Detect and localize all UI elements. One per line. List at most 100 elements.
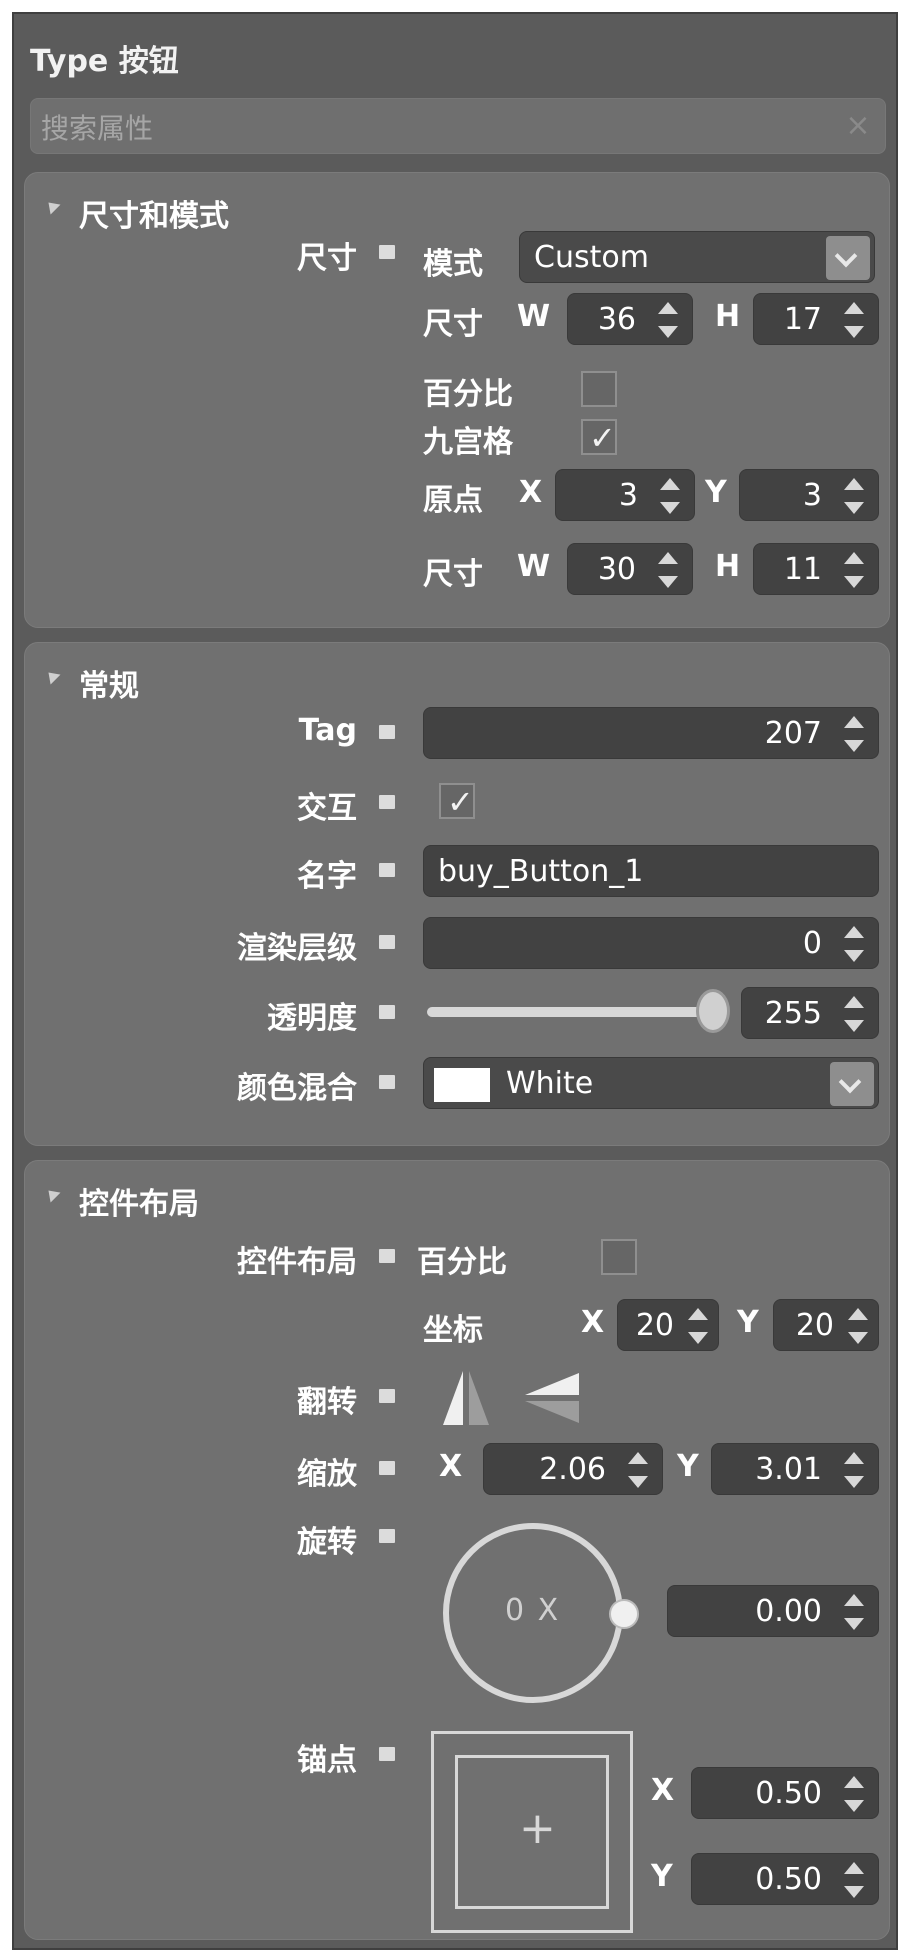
layout-percent-label: 百分比 xyxy=(417,1245,507,1280)
flip-horizontal-icon[interactable] xyxy=(435,1367,497,1429)
width-value: 36 xyxy=(597,302,636,337)
spinner-icon[interactable] xyxy=(840,714,868,754)
anchor-label: 锚点 xyxy=(297,1743,357,1778)
rotation-field[interactable]: 0.00 xyxy=(667,1585,879,1637)
anchor-plus-icon: + xyxy=(519,1803,556,1854)
slice-size-label: 尺寸 xyxy=(423,557,483,592)
pin-icon[interactable] xyxy=(379,935,395,949)
checkmark-icon: ✓ xyxy=(589,419,616,457)
opacity-slider-track[interactable] xyxy=(427,1007,713,1017)
interactive-checkbox[interactable]: ✓ xyxy=(439,783,475,821)
pin-icon[interactable] xyxy=(379,1249,395,1263)
spinner-icon[interactable] xyxy=(656,476,684,516)
flip-vertical-icon[interactable] xyxy=(517,1367,585,1429)
origin-x-field[interactable]: 3 xyxy=(555,469,695,521)
pin-icon[interactable] xyxy=(379,1529,395,1543)
tag-value: 207 xyxy=(764,716,822,751)
pin-icon[interactable] xyxy=(379,1075,395,1089)
name-label: 名字 xyxy=(297,859,357,894)
chevron-down-icon[interactable] xyxy=(826,236,870,280)
spinner-icon[interactable] xyxy=(840,994,868,1034)
coord-x-field[interactable]: 20 xyxy=(617,1299,719,1351)
tag-field[interactable]: 207 xyxy=(423,707,879,759)
spinner-icon[interactable] xyxy=(840,1450,868,1490)
slice-w-label: W xyxy=(517,549,551,584)
height-field[interactable]: 17 xyxy=(753,293,879,345)
layout-label: 控件布局 xyxy=(237,1245,357,1280)
scale-x-field[interactable]: 2.06 xyxy=(483,1443,663,1495)
origin-x-label: X xyxy=(519,475,543,510)
coord-x-label: X xyxy=(581,1305,605,1340)
pin-icon[interactable] xyxy=(379,1461,395,1475)
pin-icon[interactable] xyxy=(379,245,395,259)
search-input[interactable] xyxy=(39,107,823,149)
interactive-label: 交互 xyxy=(297,791,357,826)
spinner-icon[interactable] xyxy=(654,300,682,340)
spinner-icon[interactable] xyxy=(840,476,868,516)
rotation-dial-label: 0 X xyxy=(505,1593,561,1628)
height-value: 17 xyxy=(783,302,822,337)
pin-icon[interactable] xyxy=(379,863,395,877)
collapse-triangle-icon[interactable] xyxy=(43,197,61,215)
percent-checkbox[interactable] xyxy=(581,371,617,407)
color-blend-dropdown[interactable]: White xyxy=(423,1057,879,1109)
opacity-slider-thumb[interactable] xyxy=(696,989,730,1033)
width-field[interactable]: 36 xyxy=(567,293,693,345)
scale-y-field[interactable]: 3.01 xyxy=(711,1443,879,1495)
spinner-icon[interactable] xyxy=(654,550,682,590)
section-title: 常规 xyxy=(79,669,139,704)
anchor-y-label: Y xyxy=(651,1859,673,1894)
section-size-mode: 尺寸和模式 尺寸 模式 Custom 尺寸 W 36 H 17 百分比 九宫格 … xyxy=(24,172,890,628)
properties-panel: Type 按钮 × 尺寸和模式 尺寸 模式 Custom 尺寸 W 36 H 1… xyxy=(12,12,898,1950)
nine-slice-checkbox[interactable]: ✓ xyxy=(581,419,617,457)
anchor-y-field[interactable]: 0.50 xyxy=(691,1853,879,1905)
slice-h-value: 11 xyxy=(783,552,822,587)
spinner-icon[interactable] xyxy=(840,1592,868,1632)
pin-icon[interactable] xyxy=(379,725,395,739)
coord-label: 坐标 xyxy=(423,1313,483,1348)
spinner-icon[interactable] xyxy=(840,300,868,340)
anchor-y-value: 0.50 xyxy=(755,1862,822,1897)
origin-y-field[interactable]: 3 xyxy=(739,469,879,521)
render-order-label: 渲染层级 xyxy=(237,931,357,966)
collapse-triangle-icon[interactable] xyxy=(43,1185,61,1203)
section-general: 常规 Tag 207 交互 ✓ 名字 buy_Button_1 渲染层级 0 透… xyxy=(24,642,890,1146)
spinner-icon[interactable] xyxy=(844,1306,872,1346)
spinner-icon[interactable] xyxy=(840,550,868,590)
anchor-x-field[interactable]: 0.50 xyxy=(691,1767,879,1819)
scale-x-label: X xyxy=(439,1449,463,1484)
scale-label: 缩放 xyxy=(297,1457,357,1492)
origin-label: 原点 xyxy=(423,483,483,518)
size-label: 尺寸 xyxy=(297,241,357,276)
mode-value: Custom xyxy=(534,240,649,275)
coord-y-field[interactable]: 20 xyxy=(773,1299,879,1351)
layout-percent-checkbox[interactable] xyxy=(601,1239,637,1275)
scale-x-value: 2.06 xyxy=(539,1452,606,1487)
collapse-triangle-icon[interactable] xyxy=(43,667,61,685)
mode-dropdown[interactable]: Custom xyxy=(519,231,875,283)
pin-icon[interactable] xyxy=(379,1005,395,1019)
pin-icon[interactable] xyxy=(379,795,395,809)
render-order-field[interactable]: 0 xyxy=(423,917,879,969)
pin-icon[interactable] xyxy=(379,1389,395,1403)
spinner-icon[interactable] xyxy=(624,1450,652,1490)
w-label: W xyxy=(517,299,551,334)
pin-icon[interactable] xyxy=(379,1747,395,1761)
spinner-icon[interactable] xyxy=(840,924,868,964)
scale-y-value: 3.01 xyxy=(755,1452,822,1487)
anchor-x-label: X xyxy=(651,1773,675,1808)
rotation-label: 旋转 xyxy=(297,1525,357,1560)
name-input[interactable]: buy_Button_1 xyxy=(423,845,879,897)
chevron-down-icon[interactable] xyxy=(830,1062,874,1106)
rotation-dial-handle[interactable] xyxy=(609,1599,639,1629)
spinner-icon[interactable] xyxy=(684,1306,712,1346)
spinner-icon[interactable] xyxy=(840,1774,868,1814)
search-clear-icon[interactable]: × xyxy=(843,109,873,143)
color-blend-value: White xyxy=(506,1066,594,1101)
slice-w-field[interactable]: 30 xyxy=(567,543,693,595)
spinner-icon[interactable] xyxy=(840,1860,868,1900)
flip-label: 翻转 xyxy=(297,1385,357,1420)
opacity-field[interactable]: 255 xyxy=(741,987,879,1039)
slice-h-field[interactable]: 11 xyxy=(753,543,879,595)
section-title: 尺寸和模式 xyxy=(79,199,229,234)
